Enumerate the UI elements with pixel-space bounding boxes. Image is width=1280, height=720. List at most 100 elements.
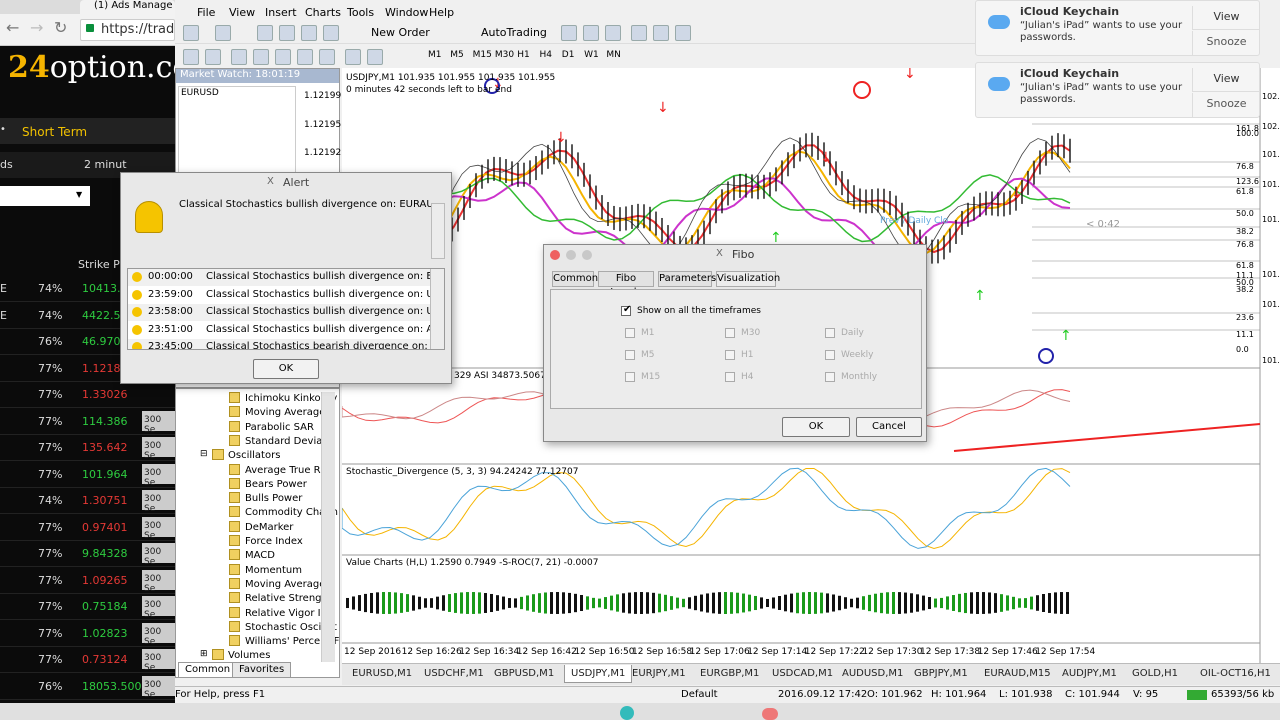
autotrading-button[interactable]: AutoTrading [481, 26, 547, 39]
menu-window[interactable]: Window [385, 6, 428, 19]
expiry-button[interactable]: 300 Se [142, 543, 175, 567]
site-logo[interactable]: 24option.co [8, 50, 190, 85]
alert-ok-button[interactable]: OK [253, 359, 319, 379]
asset-row[interactable]: 77% 0.75184 300 Se [0, 594, 175, 620]
expiry-dropdown[interactable]: 2 minut [84, 158, 127, 171]
asset-row[interactable]: 77% 1.09265 300 Se [0, 568, 175, 594]
expiry-button[interactable]: 300 Se [142, 649, 175, 673]
minimize-icon[interactable] [566, 250, 576, 260]
text-icon[interactable] [345, 49, 361, 65]
timeframe-checkbox[interactable] [825, 372, 835, 382]
timeframe-checkbox[interactable] [625, 328, 635, 338]
navigator-tab-favorites[interactable]: Favorites [232, 662, 292, 678]
keychain-notification[interactable]: iCloud Keychain “Julian's iPad” wants to… [975, 62, 1260, 118]
asset-row[interactable]: 77% 0.73124 300 Se [0, 647, 175, 673]
asset-row[interactable]: 76% 18053.500 300 Se [0, 674, 175, 700]
terminal-icon[interactable] [323, 25, 339, 41]
navigator-folder[interactable]: Volumes [228, 650, 270, 661]
fibo-cancel-button[interactable]: Cancel [856, 417, 922, 437]
alert-list[interactable]: 00:00:00 Classical Stochastics bullish di… [127, 268, 445, 350]
keychain-notification[interactable]: iCloud Keychain “Julian's iPad” wants to… [975, 0, 1260, 56]
navigator-tab-common[interactable]: Common [178, 662, 238, 678]
chart-tab[interactable]: EURAUD,M15 [984, 668, 1051, 679]
expiry-button[interactable]: 300 Se [142, 622, 175, 647]
browser-tab[interactable]: (1) Ads Manage [80, 0, 175, 14]
back-icon[interactable]: ← [6, 18, 19, 37]
reload-icon[interactable]: ↻ [54, 18, 67, 37]
alert-row[interactable]: 23:51:00 Classical Stochastics bullish di… [128, 321, 444, 339]
expiry-button[interactable]: 300 Se [142, 596, 175, 620]
timeframe-d1[interactable]: D1 [562, 50, 575, 60]
cursor-icon[interactable] [183, 49, 199, 65]
chart-tab[interactable]: OIL-OCT16,H1 [1200, 668, 1271, 679]
fibo-tab-parameters[interactable]: Parameters [658, 271, 716, 287]
asset-row[interactable]: 77% 1.02823 300 Se [0, 621, 175, 647]
chart-tab[interactable]: USDJPY,M1 [564, 665, 633, 683]
menu-tools[interactable]: Tools [347, 6, 374, 19]
timeframe-w1[interactable]: W1 [584, 50, 599, 60]
timeframe-checkbox[interactable] [625, 350, 635, 360]
asset-row[interactable]: 77% 9.84328 300 Se [0, 541, 175, 567]
new-order-button[interactable]: New Order [371, 26, 430, 39]
menu-view[interactable]: View [229, 6, 255, 19]
fibo-tab-common[interactable]: Common [552, 271, 598, 287]
fibo-tab-fibo-levels[interactable]: Fibo Levels [598, 271, 654, 298]
chart-tab[interactable]: GOLD,H1 [1132, 668, 1178, 679]
navigator-item[interactable]: Average True Ran [245, 465, 333, 476]
crosshair-icon[interactable] [205, 49, 221, 65]
fibonacci-icon[interactable] [319, 49, 335, 65]
navigator-item[interactable]: DeMarker [245, 522, 293, 533]
navigator-item[interactable]: MACD [245, 550, 275, 561]
timeframe-checkbox[interactable] [725, 328, 735, 338]
navigator-scrollbar[interactable] [321, 392, 335, 662]
alert-row[interactable]: 23:58:00 Classical Stochastics bullish di… [128, 304, 444, 321]
menu-insert[interactable]: Insert [265, 6, 297, 19]
chart-tab[interactable]: USDCAD,M1 [772, 668, 833, 679]
menu-file[interactable]: File [197, 6, 215, 19]
horizontal-line-icon[interactable] [253, 49, 269, 65]
chart-tab[interactable]: AUDUSD,M1 [842, 668, 903, 679]
chart-tab[interactable]: USDCHF,M1 [424, 668, 484, 679]
snooze-button[interactable]: Snooze [1192, 93, 1260, 118]
new-chart-icon[interactable] [183, 25, 199, 41]
asset-select[interactable]: ▼ [0, 186, 90, 206]
expiry-button[interactable]: 300 Se [142, 463, 175, 488]
menu-charts[interactable]: Charts [305, 6, 341, 19]
timeframe-checkbox[interactable] [825, 328, 835, 338]
url-input[interactable]: https://trade [80, 19, 175, 41]
alert-list-scrollbar[interactable] [430, 269, 444, 349]
navigator-item[interactable]: Force Index [245, 536, 303, 547]
chart-tab[interactable]: EURUSD,M1 [352, 668, 412, 679]
show-all-checkbox[interactable]: ✔ [621, 304, 631, 316]
navigator-folder[interactable]: Oscillators [228, 450, 280, 461]
timeframe-m1[interactable]: M1 [428, 50, 442, 60]
line-chart-icon[interactable] [605, 25, 621, 41]
expiry-button[interactable]: 300 Se [142, 410, 175, 435]
expiry-button[interactable]: 300 Se [142, 490, 175, 514]
expand-icon[interactable]: ⊞ [200, 649, 208, 659]
asset-row[interactable]: 77% 0.97401 300 Se [0, 515, 175, 541]
chart-tab[interactable]: GBPUSD,M1 [494, 668, 554, 679]
tile-icon[interactable] [675, 25, 691, 41]
zoom-out-icon[interactable] [653, 25, 669, 41]
forward-icon[interactable]: → [30, 18, 43, 37]
fibo-ok-button[interactable]: OK [782, 417, 850, 437]
navigator-item[interactable]: Relative Strength [245, 593, 332, 604]
app-icon[interactable] [762, 708, 778, 720]
asset-row[interactable]: 77% 101.964 300 Se [0, 462, 175, 488]
short-term-tab[interactable]: Short Term [22, 122, 87, 142]
market-watch-icon[interactable] [257, 25, 273, 41]
timeframe-m15[interactable]: M15 [473, 50, 492, 60]
chart-tab[interactable]: EURJPY,M1 [632, 668, 686, 679]
expiry-button[interactable]: 300 Se [142, 569, 175, 594]
chart-tab[interactable]: GBPJPY,M1 [914, 668, 968, 679]
channel-icon[interactable] [297, 49, 313, 65]
asset-row[interactable]: 77% 114.386 300 Se [0, 409, 175, 435]
timeframe-mn[interactable]: MN [606, 50, 621, 60]
timeframe-m5[interactable]: M5 [450, 50, 464, 60]
message-scrollbar[interactable] [431, 203, 445, 259]
asset-row[interactable]: 77% 1.33026 [0, 382, 175, 408]
maximize-icon[interactable] [582, 250, 592, 260]
zoom-in-icon[interactable] [631, 25, 647, 41]
profiles-icon[interactable] [215, 25, 231, 41]
